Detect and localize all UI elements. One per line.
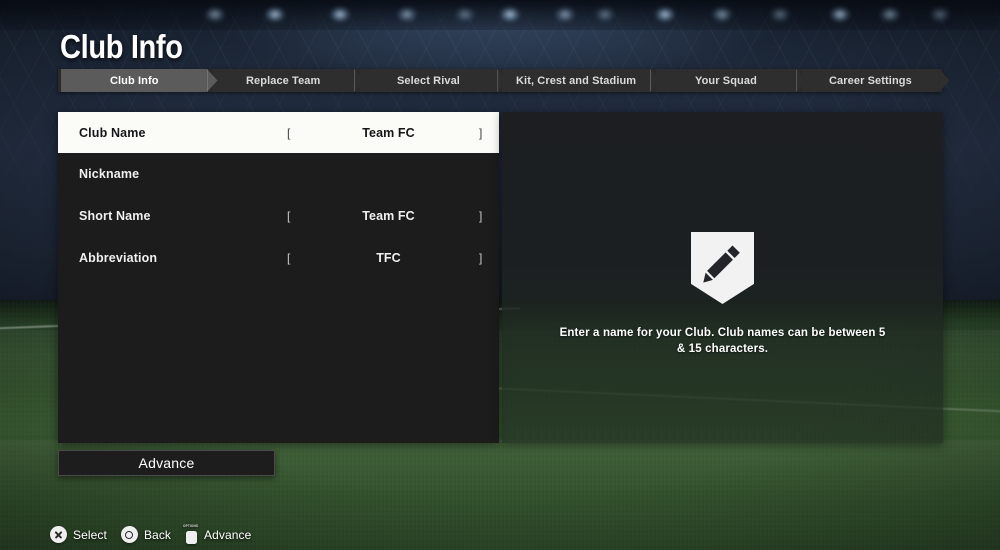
playstation-options-icon: OPTIONS <box>183 524 199 544</box>
value-bracket-right: ] <box>479 209 483 223</box>
tab-label: Replace Team <box>246 74 321 87</box>
club-info-form-list: Club Name [ Team FC] Nickname Short Name [ Tea… <box>58 112 499 443</box>
prompt-back-label: Back <box>143 527 172 542</box>
breadcrumb: Club Info Replace Team Select Rival Kit, Cr… <box>58 69 942 92</box>
playstation-cross-icon <box>50 526 67 543</box>
value-bracket-left: [ <box>287 209 291 223</box>
tab-club-info[interactable]: Club Info <box>61 69 208 92</box>
form-row-abbreviation[interactable]: Abbreviation [ TFC] <box>58 237 499 279</box>
shield-pencil-icon <box>691 232 754 304</box>
playstation-circle-icon <box>120 526 138 543</box>
tab-kit-crest-and-stadium[interactable]: Kit, Crest and Stadium <box>503 69 651 92</box>
form-row-label: Club Name <box>79 125 146 140</box>
form-row-nickname[interactable]: Nickname <box>58 153 499 195</box>
tab-select-rival[interactable]: Select Rival <box>359 69 499 92</box>
info-description: Enter a name for your Club. Club names c… <box>559 327 886 355</box>
tab-label: Select Rival <box>397 74 460 87</box>
tab-your-squad[interactable]: Your Squad <box>655 69 798 92</box>
form-row-short-name[interactable]: Short Name [ Team FC] <box>58 195 499 237</box>
advance-button[interactable]: Advance <box>58 450 275 476</box>
value-bracket-right: ] <box>479 125 483 140</box>
prompt-advance-label: Advance <box>204 527 252 542</box>
form-row-club-name[interactable]: Club Name [ Team FC] <box>58 112 499 153</box>
value-bracket-left: [ <box>287 251 291 265</box>
prompt-advance[interactable]: OPTIONS Advance <box>183 524 252 544</box>
tab-replace-team[interactable]: Replace Team <box>212 69 356 92</box>
tab-label: Career Settings <box>829 74 912 87</box>
value-bracket-left: [ <box>287 125 291 140</box>
form-row-value[interactable]: Team FC <box>305 126 472 140</box>
value-bracket-right: ] <box>479 251 483 265</box>
form-row-label: Short Name <box>79 209 151 223</box>
info-panel: Enter a name for your Club. Club names c… <box>502 112 943 443</box>
tab-career-settings[interactable]: Career Settings <box>801 69 940 92</box>
form-row-label: Nickname <box>79 167 140 181</box>
controller-prompts: Select Back OPTIONS Advance <box>50 524 252 544</box>
app-screen: Club Info Club Info Replace Team Select Ri… <box>0 0 1000 550</box>
page-title: Club Info <box>60 28 183 65</box>
prompt-select-label: Select <box>73 527 107 542</box>
form-row-value[interactable]: TFC <box>305 251 472 265</box>
tab-label: Kit, Crest and Stadium <box>516 74 637 87</box>
tab-label: Your Squad <box>695 74 757 87</box>
form-row-value[interactable]: Team FC <box>305 209 472 223</box>
prompt-back[interactable]: Back <box>120 526 172 543</box>
form-row-label: Abbreviation <box>79 251 158 265</box>
prompt-select[interactable]: Select <box>50 526 107 543</box>
options-cap-text: OPTIONS <box>183 524 199 528</box>
tab-label: Club Info <box>109 74 159 87</box>
